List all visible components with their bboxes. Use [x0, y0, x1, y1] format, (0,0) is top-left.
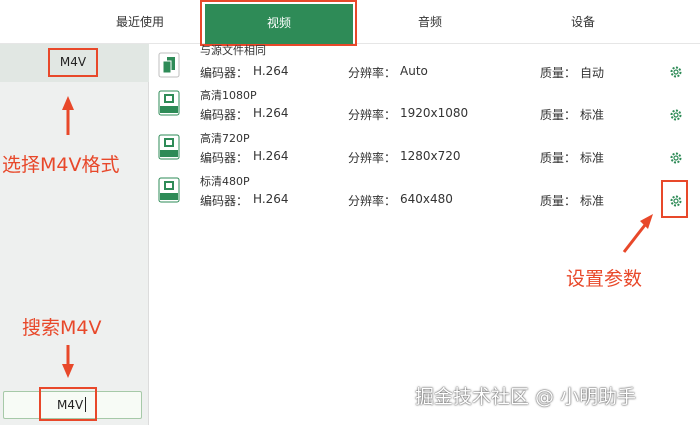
annotation-set-params: 设置参数 — [566, 268, 643, 290]
arrow-icon — [62, 345, 74, 378]
arrow-icon — [622, 214, 653, 253]
annotation-select-format: 选择M4V格式 — [2, 154, 120, 176]
watermark: 掘金技术社区 @ 小明助手 — [415, 386, 637, 408]
arrow-icon — [62, 96, 74, 135]
annotation-arrows — [62, 96, 653, 378]
annotation-search: 搜索M4V — [22, 317, 102, 339]
